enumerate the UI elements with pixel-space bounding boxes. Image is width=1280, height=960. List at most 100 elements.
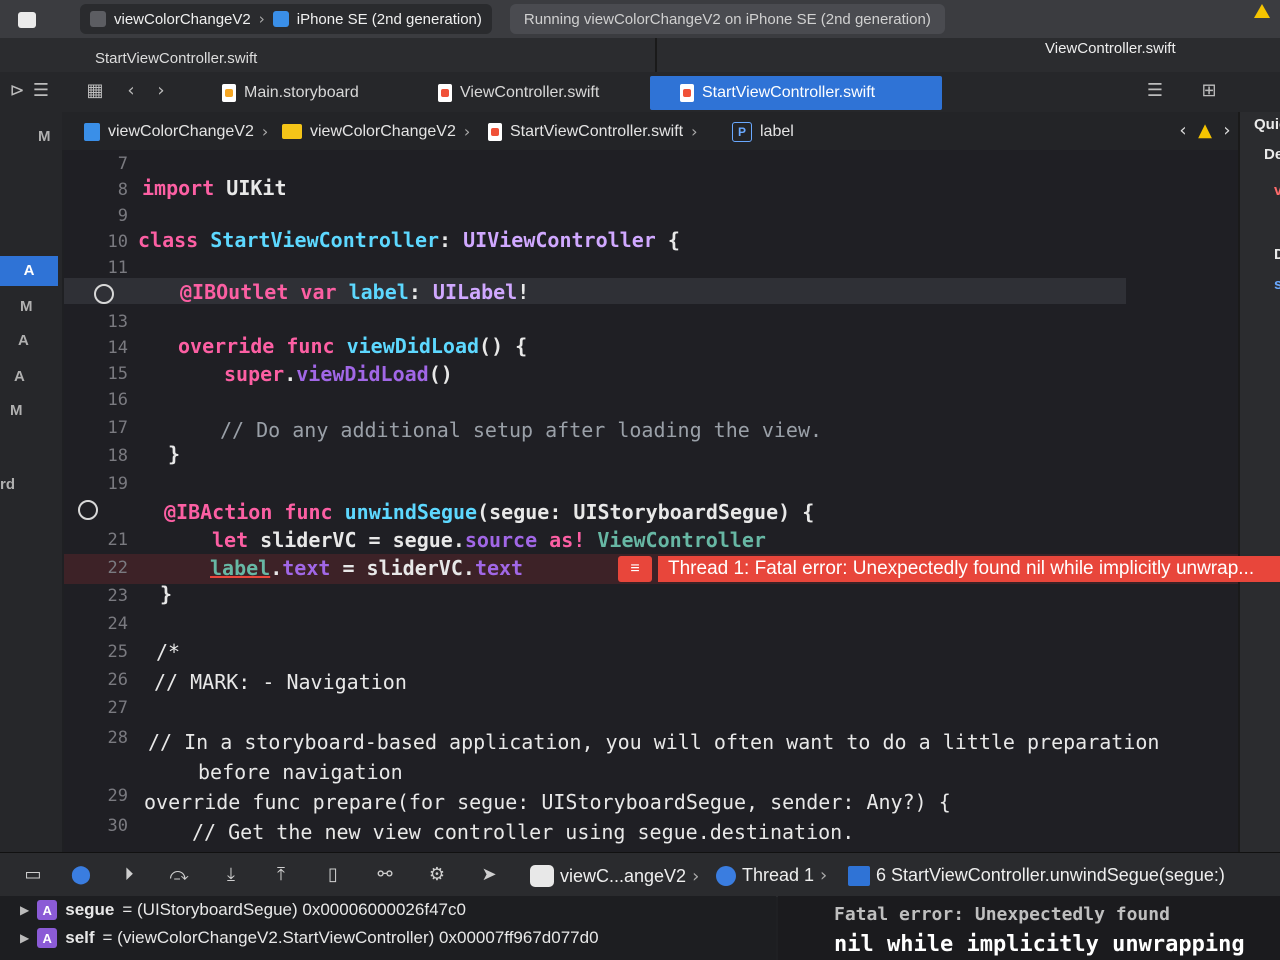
editor-title-bar: StartViewController.swift ViewController… [0, 38, 1280, 74]
variable-kind-icon: A [37, 928, 58, 948]
continue-icon[interactable]: ⏵ [118, 865, 140, 885]
breadcrumb-symbol[interactable]: P label [732, 122, 794, 142]
breadcrumb-folder-label: viewColorChangeV2 [310, 122, 456, 140]
nav-status-mark: A [14, 368, 25, 385]
variable-kind-icon: A [37, 900, 58, 920]
next-issue-icon[interactable]: › [1218, 122, 1236, 140]
tab-startviewcontroller-swift[interactable]: StartViewController.swift [650, 76, 942, 110]
previous-issue-icon[interactable]: ‹ [1174, 122, 1192, 140]
source-editor[interactable]: 7 8 9 10 11 13 14 15 16 17 18 19 21 22 2… [64, 150, 1280, 852]
property-icon: P [732, 122, 752, 142]
step-over-icon[interactable]: ⤼ [168, 865, 190, 885]
code-line-28a: // In a storyboard-based application, yo… [148, 730, 1160, 754]
property-token: text [282, 556, 331, 580]
debug-thread-label: Thread 1 [742, 865, 815, 885]
attribute-token: @IBAction [164, 500, 273, 524]
variable-row[interactable]: ▶ A self = (viewColorChangeV2.StartViewC… [20, 928, 599, 948]
breakpoints-toggle-icon[interactable]: ⬤ [70, 865, 92, 885]
console-output[interactable]: Fatal error: Unexpectedly found nil whil… [778, 896, 1280, 960]
memory-graph-icon[interactable]: ⚯ [374, 865, 396, 885]
activity-status: Running viewColorChangeV2 on iPhone SE (… [509, 4, 945, 34]
disclosure-triangle-icon[interactable]: ▶ [20, 931, 29, 945]
punctuation-token: ) { [778, 500, 815, 524]
tab-main-storyboard[interactable]: Main.storyboard [212, 76, 369, 110]
view-hierarchy-icon[interactable]: ▯ [322, 865, 344, 885]
disclosure-triangle-icon[interactable]: ▶ [20, 903, 29, 917]
tab-label: StartViewController.swift [702, 84, 876, 101]
swift-file-icon [680, 84, 694, 102]
list-icon[interactable]: ☰ [32, 82, 50, 100]
issue-warning-icon[interactable]: ▲ [1196, 122, 1214, 140]
debug-app-label: viewC...angeV2 [560, 865, 687, 886]
editor-split-divider[interactable] [655, 38, 657, 74]
code-line-10: class StartViewController: UIViewControl… [138, 228, 680, 252]
nav-status-mark: M [20, 298, 33, 315]
identifier-token: sliderVC = segue. [260, 528, 465, 552]
breadcrumb-project[interactable]: viewColorChangeV2 › [84, 122, 268, 141]
parameter-token: (segue: [477, 500, 574, 524]
property-token: text [474, 556, 524, 580]
keyword-token: as [549, 528, 574, 552]
tab-bar: ⊳ ☰ ▦ ‹ › Main.storyboard ViewController… [0, 72, 1280, 112]
runtime-error-banner[interactable]: Thread 1: Fatal error: Unexpectedly foun… [658, 556, 1280, 582]
device-icon [272, 11, 289, 27]
type-token: UIStoryboardSegue [573, 500, 779, 524]
punctuation-token: . [270, 556, 283, 580]
swift-file-icon [488, 122, 502, 141]
app-target-icon [90, 11, 106, 27]
punctuation-token: : [408, 280, 421, 304]
punctuation-token: ! [517, 280, 530, 304]
step-into-icon[interactable]: ⤓ [220, 865, 242, 885]
debug-breadcrumb-frame[interactable]: 6 StartViewController.unwindSegue(segue:… [848, 865, 1225, 886]
type-token: ViewController [597, 528, 766, 552]
keyword-token: class [138, 228, 199, 252]
code-line-18: } [168, 442, 181, 466]
error-list-icon[interactable]: ≡ [618, 556, 652, 582]
type-token: UILabel [432, 280, 518, 304]
debug-breadcrumb-thread[interactable]: Thread 1 › [716, 865, 827, 886]
identifier-token: = sliderVC. [330, 556, 475, 580]
grid-icon[interactable]: ▦ [86, 82, 104, 100]
user-frame-icon [848, 865, 870, 886]
keyword-token: import [142, 176, 215, 200]
environment-overrides-icon[interactable]: ⚙ [426, 865, 448, 885]
breadcrumb-project-label: viewColorChangeV2 [108, 122, 254, 140]
punctuation-token: () { [479, 334, 528, 358]
variable-row[interactable]: ▶ A segue = (UIStoryboardSegue) 0x000060… [20, 900, 466, 920]
code-text[interactable]: import UIKit class StartViewController: … [64, 150, 1238, 852]
debug-breadcrumb-app[interactable]: viewC...angeV2 › [530, 865, 699, 887]
code-line-25: /* [156, 640, 181, 664]
function-token: viewDidLoad [296, 362, 429, 386]
right-editor-title: ViewController.swift [1045, 40, 1176, 57]
code-line-23: } [160, 582, 173, 606]
nav-status-mark: A [18, 332, 29, 349]
hierarchy-icon[interactable]: ⊳ [8, 82, 26, 100]
keyword-token: override [178, 334, 275, 358]
breadcrumb-symbol-label: label [760, 123, 794, 140]
code-line-14: override func viewDidLoad() { [178, 334, 527, 358]
tab-viewcontroller-swift[interactable]: ViewController.swift [428, 76, 609, 110]
debug-bar: ▭ ⬤ ⏵ ⤼ ⤓ ⤒ ▯ ⚯ ⚙ ➤ viewC...angeV2 › Thr… [0, 852, 1280, 897]
simulate-location-icon[interactable]: ➤ [478, 865, 500, 885]
inspector-title: Quic [1254, 116, 1280, 133]
add-editor-icon[interactable]: ⊞ [1200, 82, 1218, 100]
warning-icon[interactable] [1254, 4, 1270, 18]
breadcrumb-file[interactable]: StartViewController.swift › [488, 122, 698, 141]
scheme-selector[interactable]: viewColorChangeV2 › iPhone SE (2nd gener… [80, 4, 492, 34]
editor-options-icon[interactable]: ☰ [1146, 82, 1164, 100]
storyboard-file-icon [222, 84, 236, 102]
punctuation-token: ! [573, 528, 598, 552]
step-out-icon[interactable]: ⤒ [270, 865, 292, 885]
variable-value: = (viewColorChangeV2.StartViewController… [102, 928, 599, 947]
breadcrumb-folder[interactable]: viewColorChangeV2 › [282, 122, 470, 141]
punctuation-token: () [428, 362, 453, 386]
code-line-12: @IBOutlet var label: UILabel! [180, 280, 529, 304]
back-arrow-icon[interactable]: ‹ [122, 82, 140, 100]
forward-arrow-icon[interactable]: › [152, 82, 170, 100]
hide-debug-area-icon[interactable]: ▭ [22, 865, 44, 885]
project-navigator: M A M A A M rd [0, 112, 62, 852]
nav-status-mark-selected[interactable]: A [0, 256, 58, 286]
tab-label: Main.storyboard [244, 84, 359, 101]
status-text: Running viewColorChangeV2 on iPhone SE (… [523, 10, 931, 28]
nav-status-mark: M [10, 402, 23, 419]
